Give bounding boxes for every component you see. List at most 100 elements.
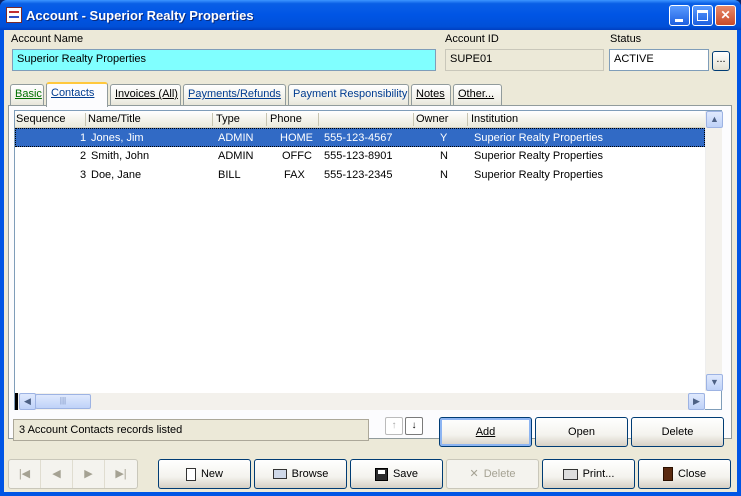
horizontal-scrollbar[interactable]: ◀ ||| ▶ (15, 393, 705, 410)
window-title: Account - Superior Realty Properties (26, 8, 254, 23)
close-icon: ✕ (720, 8, 731, 22)
table-row[interactable]: 2 Smith, John ADMIN OFFC 555-123-8901 N … (15, 147, 705, 166)
minimize-icon (675, 19, 683, 22)
browse-label: Browse (291, 468, 329, 480)
account-name-field[interactable]: Superior Realty Properties (12, 49, 436, 71)
table-row[interactable]: 1 Jones, Jim ADMIN HOME 555-123-4567 Y S… (15, 128, 705, 147)
open-contact-button[interactable]: Open (535, 417, 628, 447)
maximize-button[interactable] (692, 5, 713, 26)
delete-contact-label: Delete (661, 426, 694, 438)
horizontal-scroll-thumb[interactable]: ||| (35, 394, 91, 409)
save-label: Save (392, 468, 419, 480)
record-navigator: |◀ ◀ ▶ ▶| (8, 459, 138, 489)
new-button[interactable]: New (158, 459, 251, 489)
records-status: 3 Account Contacts records listed (13, 419, 369, 441)
tab-contacts[interactable]: Contacts (46, 82, 108, 107)
cell-sequence: 3 (80, 169, 87, 181)
save-button[interactable]: Save (350, 459, 443, 489)
add-contact-button[interactable]: Add (439, 417, 532, 447)
cell-sequence: 1 (80, 132, 87, 144)
cell-phone: 555-123-2345 (324, 169, 393, 181)
column-owner[interactable]: Owner (416, 113, 448, 125)
previous-record-button[interactable]: ◀ (41, 460, 73, 488)
scroll-up-button[interactable]: ▲ (706, 111, 723, 128)
tab-payment-responsibility[interactable]: Payment Responsibility (288, 84, 409, 106)
arrow-up-icon: ↑ (391, 420, 397, 431)
close-label: Close (677, 468, 707, 480)
chevron-left-icon: ◀ (24, 396, 31, 406)
delete-record-button[interactable]: ✕ Delete (446, 459, 539, 489)
cell-owner: Y (440, 132, 448, 144)
print-button[interactable]: Print... (542, 459, 635, 489)
scroll-right-button[interactable]: ▶ (688, 393, 705, 410)
account-name-label: Account Name (11, 33, 84, 45)
last-icon: ▶| (115, 468, 127, 480)
tab-notes[interactable]: Notes (411, 84, 451, 106)
tab-payments-refunds-label: Payments/Refunds (188, 88, 281, 100)
cell-type: ADMIN (218, 132, 254, 144)
tab-invoices-label: Invoices (All) (115, 88, 178, 100)
column-phone[interactable]: Phone (270, 113, 302, 125)
delete-x-icon: ✕ (469, 468, 479, 481)
status-label: Status (610, 33, 642, 45)
contacts-grid[interactable]: Sequence Name/Title Type Phone Owner Ins… (14, 110, 723, 410)
tab-other-label: Other... (458, 88, 495, 100)
last-record-button[interactable]: ▶| (105, 460, 137, 488)
cell-phone-type: FAX (284, 169, 305, 181)
cell-name: Doe, Jane (91, 169, 142, 181)
browse-button[interactable]: Browse (254, 459, 347, 489)
cell-institution: Superior Realty Properties (474, 169, 604, 181)
save-icon (374, 467, 388, 481)
minimize-button[interactable] (669, 5, 690, 26)
cell-phone-type: OFFC (282, 150, 312, 162)
tab-contacts-label: Contacts (51, 87, 95, 99)
tab-notes-label: Notes (416, 88, 445, 100)
contacts-tab-panel: Sequence Name/Title Type Phone Owner Ins… (8, 105, 732, 439)
next-record-button[interactable]: ▶ (73, 460, 105, 488)
previous-icon: ◀ (52, 468, 61, 480)
new-label: New (200, 468, 223, 480)
tab-invoices[interactable]: Invoices (All) (110, 84, 181, 106)
cell-owner: N (440, 150, 448, 162)
cell-institution: Superior Realty Properties (474, 132, 604, 144)
add-label: Add (475, 426, 496, 438)
close-button[interactable]: Close (638, 459, 731, 489)
tab-payments-refunds[interactable]: Payments/Refunds (183, 84, 286, 106)
scroll-left-button[interactable]: ◀ (19, 393, 36, 410)
status-lookup-button[interactable]: ... (712, 51, 730, 71)
cell-sequence: 2 (80, 150, 87, 162)
account-id-label: Account ID (445, 33, 499, 45)
maximize-icon (697, 10, 708, 21)
chevron-right-icon: ▶ (693, 396, 700, 406)
app-icon (6, 7, 22, 23)
chevron-up-icon: ▲ (710, 114, 719, 124)
open-label: Open (568, 426, 595, 438)
cell-type: BILL (218, 169, 241, 181)
close-window-button[interactable]: ✕ (715, 5, 736, 26)
delete-contact-button[interactable]: Delete (631, 417, 724, 447)
arrow-down-icon: ↓ (411, 420, 417, 431)
column-institution[interactable]: Institution (471, 113, 518, 125)
move-up-button[interactable]: ↑ (385, 417, 403, 435)
account-window: Account - Superior Realty Properties ✕ A… (0, 0, 741, 496)
first-record-button[interactable]: |◀ (9, 460, 41, 488)
scroll-down-button[interactable]: ▼ (706, 374, 723, 391)
exit-door-icon (662, 467, 673, 482)
move-down-button[interactable]: ↓ (405, 417, 423, 435)
column-name-title[interactable]: Name/Title (88, 113, 141, 125)
tab-other[interactable]: Other... (453, 84, 502, 106)
new-document-icon (185, 467, 196, 481)
cell-name: Smith, John (91, 150, 150, 162)
column-sequence[interactable]: Sequence (16, 113, 66, 125)
column-type[interactable]: Type (216, 113, 240, 125)
vertical-scrollbar[interactable]: ▲ ▼ (705, 111, 723, 391)
table-row[interactable]: 3 Doe, Jane BILL FAX 555-123-2345 N Supe… (15, 166, 705, 185)
tab-basic[interactable]: Basic (10, 84, 44, 106)
tab-payment-responsibility-label: Payment Responsibility (293, 88, 408, 100)
title-bar[interactable]: Account - Superior Realty Properties ✕ (0, 0, 741, 30)
grid-header: Sequence Name/Title Type Phone Owner Ins… (15, 111, 705, 128)
status-field[interactable]: ACTIVE (609, 49, 709, 71)
frozen-column-marker (15, 393, 18, 410)
account-id-field: SUPE01 (445, 49, 604, 71)
next-icon: ▶ (84, 468, 93, 480)
